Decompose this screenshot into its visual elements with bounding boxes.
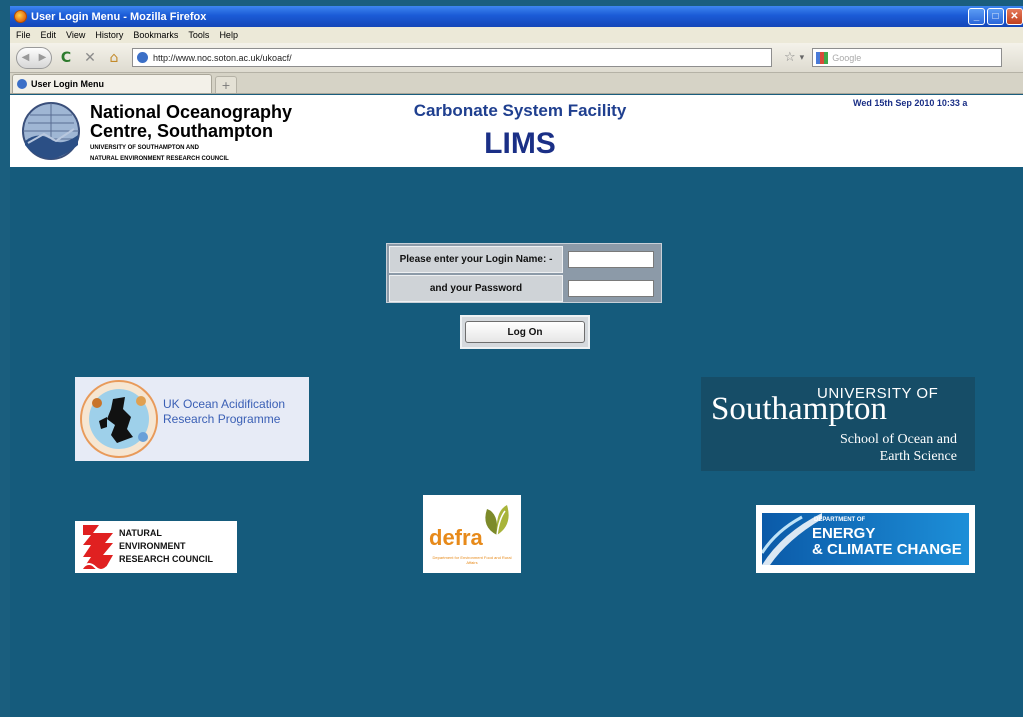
soton-name: Southampton (711, 391, 888, 427)
home-icon[interactable]: ⌂ (104, 50, 124, 66)
window-titlebar[interactable]: User Login Menu - Mozilla Firefox _ □ ✕ (10, 6, 1023, 27)
noc-globe-logo-icon (22, 102, 80, 160)
ukoa-line1: UK Ocean Acidification (163, 397, 286, 411)
nerc-logo: NATURAL ENVIRONMENT RESEARCH COUNCIL (75, 521, 237, 573)
menu-bookmarks[interactable]: Bookmarks (133, 30, 178, 40)
close-button[interactable]: ✕ (1006, 8, 1023, 25)
maximize-button[interactable]: □ (987, 8, 1004, 25)
login-name-cell (563, 246, 659, 273)
login-name-label: Please enter your Login Name: - (389, 246, 563, 273)
login-name-input[interactable] (568, 251, 654, 268)
url-bar[interactable]: http://www.noc.soton.ac.uk/ukoacf/ (132, 48, 772, 67)
password-label: and your Password (389, 275, 563, 302)
decc-climate-label: & CLIMATE CHANGE (812, 541, 962, 558)
forward-arrow-icon[interactable]: ▶ (39, 52, 47, 63)
logon-button[interactable]: Log On (465, 321, 585, 343)
search-engine-icon[interactable] (816, 51, 829, 64)
soton-school: School of Ocean and Earth Science (840, 431, 957, 465)
page-content: National Oceanography Centre, Southampto… (10, 95, 1023, 717)
back-forward-buttons[interactable]: ◀ ▶ (16, 46, 52, 69)
page-header: National Oceanography Centre, Southampto… (10, 95, 1023, 167)
tab-user-login-menu[interactable]: User Login Menu (12, 74, 212, 93)
menu-help[interactable]: Help (219, 30, 238, 40)
navigation-toolbar: ◀ ▶ C ✕ ⌂ http://www.noc.soton.ac.uk/uko… (10, 43, 1023, 73)
tab-favicon-icon (17, 79, 27, 89)
defra-wordmark: defra (429, 525, 483, 550)
plus-icon: + (221, 78, 231, 92)
search-box[interactable]: Google (812, 48, 1003, 67)
menu-history[interactable]: History (95, 30, 123, 40)
nerc-title: NATURAL ENVIRONMENT RESEARCH COUNCIL (119, 527, 213, 566)
menu-file[interactable]: File (16, 30, 31, 40)
search-placeholder[interactable]: Google (832, 53, 861, 63)
tab-label: User Login Menu (31, 79, 105, 89)
noc-title-block: National Oceanography Centre, Southampto… (90, 103, 292, 163)
ukoa-line2: Research Programme (163, 412, 281, 426)
bookmark-star-icon[interactable]: ☆ (784, 50, 796, 65)
org-sub-line1: UNIVERSITY OF SOUTHAMPTON AND (90, 145, 199, 151)
current-datetime: Wed 15th Sep 2010 10:33 a (853, 98, 968, 108)
org-sub-line2: NATURAL ENVIRONMENT RESEARCH COUNCIL (90, 156, 229, 162)
reload-icon[interactable]: C (56, 50, 76, 66)
system-title: LIMS (484, 127, 556, 160)
org-name-line2: Centre, Southampton (90, 121, 273, 141)
org-name-line1: National Oceanography (90, 102, 293, 122)
menu-bar: File Edit View History Bookmarks Tools H… (10, 27, 1023, 43)
ukoa-globe-icon (80, 380, 158, 458)
nerc-emblem-icon (82, 525, 113, 571)
soton-school-line1: School of Ocean and (839, 432, 957, 447)
nerc-line1: NATURAL (119, 528, 162, 538)
nerc-line3: RESEARCH COUNCIL (119, 554, 214, 564)
defra-subtitle: Department for Environment Food and Rura… (432, 555, 512, 565)
defra-logo: defra Department for Environment Food an… (423, 495, 521, 573)
southampton-logo: UNIVERSITY OF Southampton School of Ocea… (701, 377, 975, 471)
login-name-row: Please enter your Login Name: - (389, 246, 659, 273)
new-tab-button[interactable]: + (215, 76, 237, 93)
back-arrow-icon[interactable]: ◀ (22, 52, 30, 63)
soton-school-line2: Earth Science (879, 449, 957, 464)
stop-icon[interactable]: ✕ (80, 50, 100, 66)
minimize-button[interactable]: _ (968, 8, 985, 25)
window-title: User Login Menu - Mozilla Firefox (31, 10, 207, 23)
logon-button-frame: Log On (460, 315, 590, 349)
password-input[interactable] (568, 280, 654, 297)
window-controls: _ □ ✕ (968, 8, 1023, 25)
login-form: Please enter your Login Name: - and your… (386, 243, 662, 303)
url-text[interactable]: http://www.noc.soton.ac.uk/ukoacf/ (153, 53, 292, 63)
tab-bar: User Login Menu + (10, 73, 1023, 94)
ukoa-logo: UK Ocean Acidification Research Programm… (75, 377, 309, 461)
decc-dept-label: DEPARTMENT OF (814, 517, 866, 523)
url-dropdown-icon[interactable]: ▾ (800, 53, 805, 63)
ukoa-title: UK Ocean Acidification Research Programm… (163, 397, 285, 427)
site-identity-icon[interactable] (137, 52, 148, 63)
menu-edit[interactable]: Edit (41, 30, 57, 40)
nerc-line2: ENVIRONMENT (119, 541, 186, 551)
decc-energy-label: ENERGY (812, 525, 876, 542)
menu-tools[interactable]: Tools (188, 30, 209, 40)
decc-logo: DEPARTMENT OF ENERGY & CLIMATE CHANGE (756, 505, 975, 573)
firefox-icon (14, 10, 27, 23)
password-cell (563, 275, 659, 302)
password-row: and your Password (389, 275, 659, 302)
facility-title: Carbonate System Facility (413, 101, 627, 120)
menu-view[interactable]: View (66, 30, 85, 40)
defra-leaf-icon (485, 505, 509, 536)
